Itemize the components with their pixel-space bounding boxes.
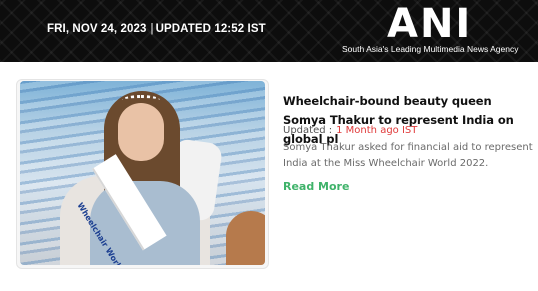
date-line: FRI, NOV 24, 2023 | UPDATED 12:52 IST bbox=[47, 23, 266, 35]
read-more-link[interactable]: Read More bbox=[283, 180, 349, 193]
article-summary: Somya Thakur asked for financial aid to … bbox=[283, 142, 533, 169]
updated-time: UPDATED 12:52 IST bbox=[155, 23, 266, 35]
article-meta: Updated :1 Month ago IST bbox=[283, 125, 417, 136]
tiara-icon bbox=[122, 95, 160, 105]
updated-value: 1 Month ago IST bbox=[336, 125, 418, 136]
table-shape bbox=[226, 211, 265, 265]
face-shape bbox=[118, 103, 164, 161]
date-separator: | bbox=[150, 23, 154, 35]
site-header: FRI, NOV 24, 2023 | UPDATED 12:52 IST ANI … bbox=[0, 0, 538, 62]
ani-logo[interactable]: ANI bbox=[387, 1, 472, 47]
current-date: FRI, NOV 24, 2023 bbox=[47, 23, 147, 35]
site-tagline: South Asia's Leading Multimedia News Age… bbox=[342, 44, 519, 54]
article-image[interactable]: Wheelchair World India bbox=[20, 81, 265, 265]
updated-label: Updated : bbox=[283, 125, 333, 136]
